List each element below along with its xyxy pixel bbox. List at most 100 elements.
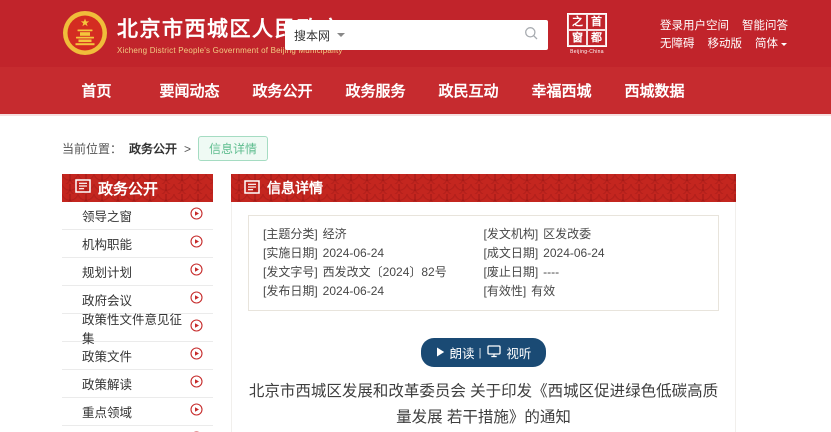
video-label: 视听 [506,343,531,362]
meta-value: 2024-06-24 [323,282,384,301]
readout-divider: | [479,347,482,359]
document-icon [244,180,260,197]
meta-label: [成文日期] [484,244,539,263]
search-icon [524,26,539,44]
readout-button[interactable]: 朗读 | 视听 [421,338,547,367]
search-input[interactable] [355,23,524,47]
accessibility-link[interactable]: 无障碍 [660,35,695,53]
document-meta-box: [主题分类] 经济 [实施日期] 2024-06-24 [发文字号] 西发改文〔… [248,215,719,311]
sidebar-item-label: 政策性文件意见征集 [82,309,190,347]
sidebar-item-label: 规划计划 [82,262,132,281]
readout-label: 朗读 [450,343,475,362]
mobile-version-link[interactable]: 移动版 [708,35,743,53]
meta-row-effective-date: [实施日期] 2024-06-24 [263,244,484,263]
sidebar: 政务公开 领导之窗 机构职能 规划计划 政府会议 [62,174,213,432]
meta-label: [实施日期] [263,244,318,263]
search-box: 搜本网 [285,20,548,50]
circle-arrow-icon [190,235,203,253]
breadcrumb-current-tag: 信息详情 [198,136,268,161]
meta-value: 2024-06-24 [543,244,604,263]
monitor-icon [487,345,501,361]
sidebar-item-plans[interactable]: 规划计划 [62,258,213,286]
sidebar-item-label: 重点领域 [82,402,132,421]
circle-arrow-icon [190,263,203,281]
sidebar-item-functions[interactable]: 机构职能 [62,230,213,258]
meta-value: 有效 [531,282,555,301]
detail-body: [主题分类] 经济 [实施日期] 2024-06-24 [发文字号] 西发改文〔… [231,202,736,432]
language-selector[interactable]: 简体 [755,35,787,53]
search-scope-selector[interactable]: 搜本网 [294,27,355,44]
meta-label: [废止日期] [484,263,539,282]
login-user-space-link[interactable]: 登录用户空间 [660,17,729,35]
main-columns: 政务公开 领导之窗 机构职能 规划计划 政府会议 [62,174,831,432]
sidebar-item-policy-interpretation[interactable]: 政策解读 [62,370,213,398]
nav-item-gov-services[interactable]: 政务服务 [345,83,405,100]
sidebar-item-key-areas[interactable]: 重点领域 [62,398,213,426]
page: 北京市西城区人民政府 Xicheng District People's Gov… [0,0,831,432]
nav-item-interaction[interactable]: 政民互动 [438,83,498,100]
nav-item-home[interactable]: 首页 [81,83,111,100]
meta-row-issuing-agency: [发文机构] 区发改委 [484,225,705,244]
search-button[interactable] [524,26,539,44]
circle-arrow-icon [190,291,203,309]
meta-row-written-date: [成文日期] 2024-06-24 [484,244,705,263]
capital-window-seal-icon: 之 首 窗 都 [567,13,607,47]
breadcrumb-section-link[interactable]: 政务公开 [129,140,177,157]
play-icon [436,346,445,360]
sidebar-item-label: 机构职能 [82,234,132,253]
detail-panel: 信息详情 [主题分类] 经济 [实施日期] 2024-06-24 [发文字号] … [231,174,736,432]
sidebar-list: 领导之窗 机构职能 规划计划 政府会议 政策性文件意见征集 [62,202,213,432]
chevron-down-icon [337,33,345,37]
header-links: 登录用户空间 智能问答 无障碍 移动版 简体 [660,17,788,53]
sidebar-item-policy-comments[interactable]: 政策性文件意见征集 [62,314,213,342]
detail-panel-header: 信息详情 [231,174,736,202]
meta-label: [主题分类] [263,225,318,244]
seal-char: 都 [587,30,606,46]
meta-label: [发布日期] [263,282,318,301]
meta-value: 区发改委 [543,225,591,244]
breadcrumb: 当前位置： 政务公开 > 信息详情 [62,136,831,161]
sidebar-item-key-work[interactable]: 重点工作 [62,426,213,432]
breadcrumb-separator: > [184,142,191,156]
meta-label: [发文机构] [484,225,539,244]
seal-char: 窗 [568,30,587,46]
detail-panel-title: 信息详情 [267,178,323,198]
meta-label: [发文字号] [263,263,318,282]
circle-arrow-icon [190,347,203,365]
nav-item-happy-xicheng[interactable]: 幸福西城 [531,83,591,100]
smart-qa-link[interactable]: 智能问答 [742,17,788,35]
seal-char: 之 [568,14,587,30]
capital-window-logo[interactable]: 之 首 窗 都 Beijing-China [567,13,607,55]
sidebar-header: 政务公开 [62,174,213,202]
nav-item-news[interactable]: 要闻动态 [159,83,219,100]
meta-row-doc-number: [发文字号] 西发改文〔2024〕82号 [263,263,484,282]
sidebar-item-label: 政策解读 [82,374,132,393]
search-scope-label: 搜本网 [294,27,330,44]
meta-value: ---- [543,263,559,282]
sidebar-title: 政务公开 [98,178,158,199]
meta-row-publish-date: [发布日期] 2024-06-24 [263,282,484,301]
main-nav: 首页 要闻动态 政务公开 政务服务 政民互动 幸福西城 西城数据 [0,67,831,116]
seal-caption: Beijing-China [567,49,607,55]
meta-row-repeal-date: [废止日期] ---- [484,263,705,282]
national-emblem-icon [62,10,108,61]
language-label: 简体 [755,35,778,53]
meta-value: 2024-06-24 [323,244,384,263]
document-icon [75,179,91,197]
site-header: 北京市西城区人民政府 Xicheng District People's Gov… [0,0,831,67]
circle-arrow-icon [190,207,203,225]
sidebar-item-label: 政府会议 [82,290,132,309]
chevron-down-icon [781,43,787,46]
sidebar-item-leaders[interactable]: 领导之窗 [62,202,213,230]
meta-row-validity: [有效性] 有效 [484,282,705,301]
meta-value: 西发改文〔2024〕82号 [323,263,447,282]
nav-item-gov-info[interactable]: 政务公开 [252,83,312,100]
sidebar-item-label: 政策文件 [82,346,132,365]
circle-arrow-icon [190,375,203,393]
meta-row-topic: [主题分类] 经济 [263,225,484,244]
circle-arrow-icon [190,403,203,421]
seal-char: 首 [587,14,606,30]
meta-value: 经济 [323,225,347,244]
nav-item-xicheng-data[interactable]: 西城数据 [624,83,684,100]
breadcrumb-prefix: 当前位置： [62,140,122,157]
